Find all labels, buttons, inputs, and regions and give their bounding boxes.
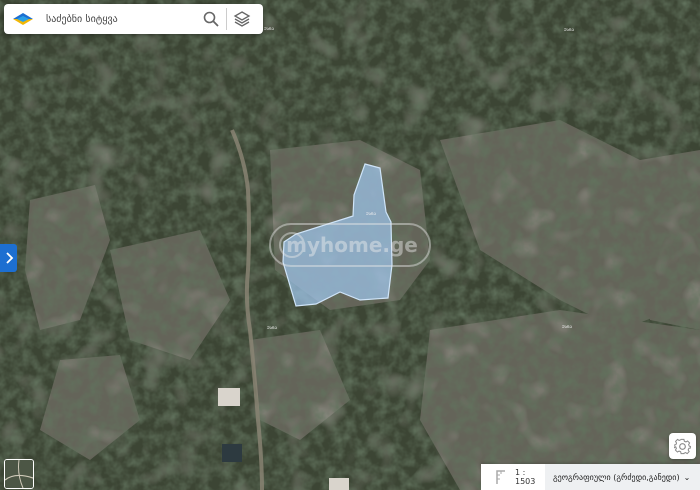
- svg-text:ᲔᲡᲜᲐ: ᲔᲡᲜᲐ: [564, 27, 575, 32]
- map-thumbnail-icon: [5, 460, 33, 488]
- basemap-thumbnail[interactable]: [4, 459, 34, 489]
- ruler-icon: [496, 470, 505, 484]
- gear-icon: [674, 438, 691, 454]
- search-icon: [203, 11, 219, 27]
- open-sidebar-button[interactable]: [0, 244, 17, 272]
- map-status-bar: 1 : 1503 გეოგრაფიული (გრძედი,განედი) ⌄: [481, 464, 700, 490]
- search-input[interactable]: [44, 12, 198, 26]
- layers-icon: [233, 11, 251, 27]
- coordinate-system-label: გეოგრაფიული (გრძედი,განედი): [553, 472, 680, 482]
- settings-button[interactable]: [669, 433, 696, 459]
- svg-text:ᲔᲡᲜᲐ: ᲔᲡᲜᲐ: [366, 211, 377, 216]
- svg-text:ᲔᲡᲜᲐ: ᲔᲡᲜᲐ: [562, 324, 573, 329]
- svg-text:ᲔᲡᲜᲐ: ᲔᲡᲜᲐ: [267, 325, 278, 330]
- divider: [226, 8, 227, 30]
- measure-button[interactable]: [493, 466, 509, 488]
- svg-text:myhome.ge: myhome.ge: [286, 233, 418, 257]
- chevron-right-icon: [5, 252, 13, 264]
- building-roof: [222, 444, 242, 462]
- app-logo-icon[interactable]: [10, 8, 36, 30]
- search-bar: [4, 4, 263, 34]
- building-roof: [218, 388, 240, 406]
- building-roof: [329, 478, 349, 490]
- scale-text: 1 : 1503: [515, 468, 536, 486]
- chevron-down-icon: ⌄: [683, 472, 691, 482]
- layers-button[interactable]: [229, 6, 255, 32]
- satellite-map[interactable]: myhome.ge ᲔᲡᲜᲐ ᲔᲡᲜᲐ ᲔᲡᲜᲐ ᲔᲡᲜᲐ ᲔᲡᲜᲐ: [0, 0, 700, 490]
- svg-text:ᲔᲡᲜᲐ: ᲔᲡᲜᲐ: [264, 26, 275, 31]
- search-button[interactable]: [198, 6, 224, 32]
- coordinate-system-select[interactable]: გეოგრაფიული (გრძედი,განედი) ⌄: [545, 464, 700, 490]
